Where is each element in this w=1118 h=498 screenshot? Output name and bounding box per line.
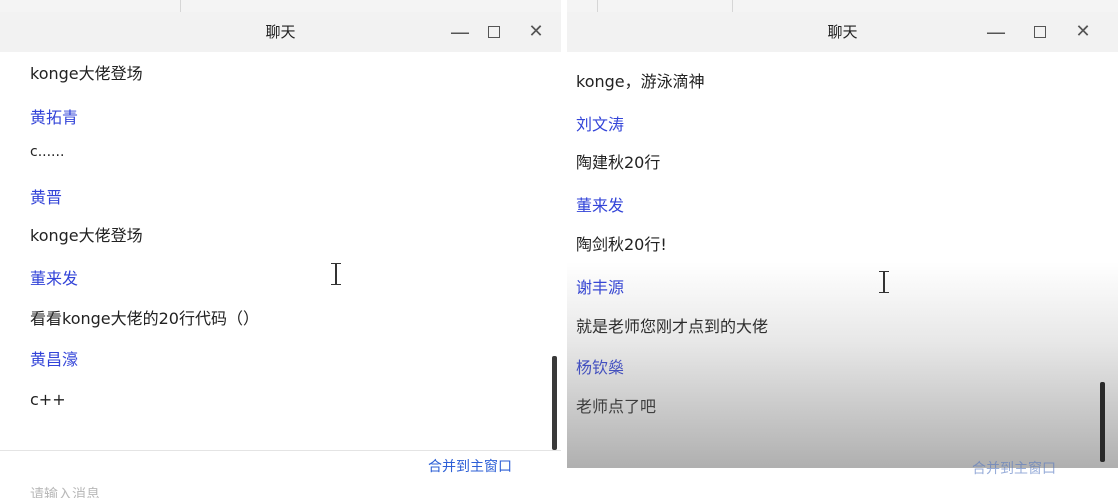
maximize-icon [488, 26, 500, 38]
sender-name[interactable]: 黄昌濠 [30, 346, 78, 370]
maximize-icon [1034, 26, 1046, 38]
sender-name[interactable]: 董来发 [30, 265, 78, 289]
sender-name[interactable]: 黄拓青 [30, 104, 78, 128]
minimize-button[interactable]: — [444, 12, 476, 52]
sender-name[interactable]: 刘文涛 [576, 111, 624, 135]
sender-name[interactable]: 谢丰源 [576, 274, 624, 298]
message-text: 老师点了吧 [576, 397, 657, 416]
close-button[interactable]: ✕ [520, 12, 552, 52]
close-button[interactable]: ✕ [1067, 12, 1099, 52]
text-cursor-icon [329, 262, 343, 286]
merge-to-main-window-link[interactable]: 合并到主窗口 [428, 456, 512, 476]
tab-separator [732, 0, 733, 12]
message-text: 陶剑秋20行! [576, 235, 667, 254]
message-text: konge，游泳滴神 [576, 72, 705, 91]
chat-window-right: 聊天 — ✕ konge，游泳滴神 刘文涛 陶建秋20行 董来发 陶剑秋20行!… [567, 0, 1118, 498]
message-text: 就是老师您刚才点到的大佬 [576, 317, 769, 336]
maximize-button[interactable] [478, 12, 510, 52]
message-input[interactable]: 请输入消息 [30, 484, 100, 498]
window-title: 聊天 [265, 23, 296, 41]
message-text: konge大佬登场 [30, 64, 143, 83]
merge-to-main-window-link[interactable]: 合并到主窗口 [972, 458, 1056, 478]
sender-name[interactable]: 黄晋 [30, 184, 62, 208]
title-bar: 聊天 — ✕ [0, 12, 561, 52]
top-strip [0, 0, 561, 12]
chat-window-left: 聊天 — ✕ konge大佬登场 黄拓青 c...... 黄晋 konge大佬登… [0, 0, 561, 498]
sender-name[interactable]: 董来发 [576, 192, 624, 216]
scrollbar-thumb[interactable] [1100, 382, 1105, 462]
drag-shadow-overlay [567, 262, 1118, 468]
minimize-button[interactable]: — [980, 12, 1012, 52]
tab-separator [180, 0, 181, 12]
message-text: konge大佬登场 [30, 226, 143, 245]
message-text: 陶建秋20行 [576, 153, 661, 172]
top-strip [567, 0, 1118, 12]
message-text: 看看konge大佬的20行代码（） [30, 309, 259, 328]
tab-separator [597, 0, 598, 12]
message-text: c...... [30, 144, 65, 160]
text-cursor-icon [877, 270, 891, 294]
message-text: c++ [30, 390, 66, 409]
maximize-button[interactable] [1024, 12, 1056, 52]
title-bar: 聊天 — ✕ [567, 12, 1118, 52]
input-divider [0, 450, 561, 451]
scrollbar-thumb[interactable] [552, 356, 557, 450]
sender-name[interactable]: 杨钦燊 [576, 354, 624, 378]
